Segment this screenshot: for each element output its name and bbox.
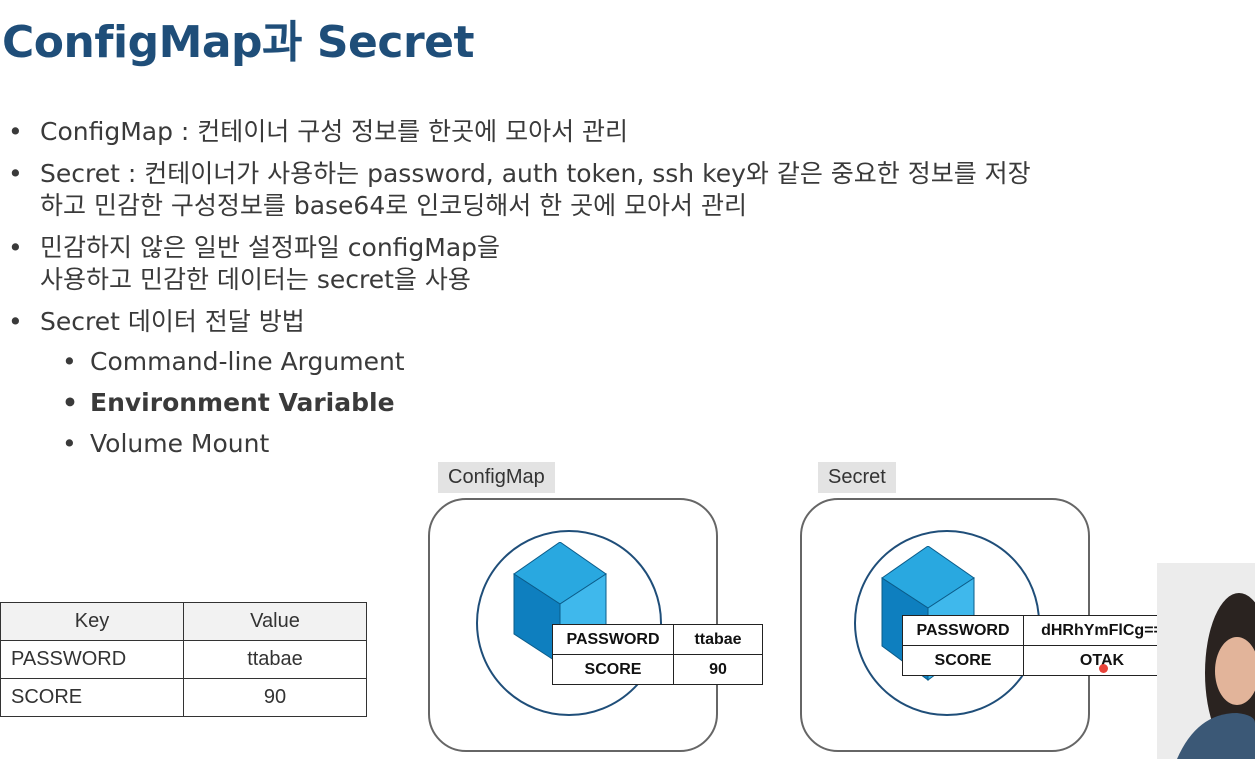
configmap-data-table: PASSWORD ttabae SCORE 90 bbox=[552, 624, 763, 685]
table-row: SCORE 90 bbox=[0, 678, 367, 717]
table-row: PASSWORD ttabae bbox=[0, 640, 367, 679]
secret-label: Secret bbox=[818, 462, 896, 493]
sub-bullet-command-line: • Command-line Argument bbox=[62, 347, 405, 376]
key-value-table: Key Value PASSWORD ttabae SCORE 90 bbox=[0, 602, 367, 717]
configmap-label: ConfigMap bbox=[438, 462, 555, 493]
bullet-secret: • Secret : 컨테이너가 사용하는 password, auth toke… bbox=[8, 159, 1031, 220]
presenter-avatar-icon bbox=[1157, 563, 1255, 759]
secret-data-table: PASSWORD dHRhYmFlCg== SCORE OTAK bbox=[902, 615, 1181, 676]
sub-bullet-volume-mount: • Volume Mount bbox=[62, 429, 270, 458]
bullet-list: • ConfigMap : 컨테이너 구성 정보를 한곳에 모아서 관리 • Sec… bbox=[8, 116, 1253, 469]
presenter-webcam bbox=[1157, 563, 1255, 759]
cursor-dot-icon bbox=[1099, 664, 1108, 673]
table-row: SCORE OTAK bbox=[902, 645, 1181, 676]
bullet-secret-methods: • Secret 데이터 전달 방법 bbox=[8, 307, 305, 336]
page-title: ConfigMap과 Secret bbox=[2, 17, 475, 68]
table-row: PASSWORD ttabae bbox=[552, 624, 763, 655]
bullet-configmap: • ConfigMap : 컨테이너 구성 정보를 한곳에 모아서 관리 bbox=[8, 117, 629, 146]
table-header-row: Key Value bbox=[0, 602, 367, 641]
bullet-usage: • 민감하지 않은 일반 설정파일 configMap을 사용하고 민감한 데이터는… bbox=[8, 233, 501, 294]
table-row: SCORE 90 bbox=[552, 654, 763, 685]
table-row: PASSWORD dHRhYmFlCg== bbox=[902, 615, 1181, 646]
sub-bullet-environment-variable: • Environment Variable bbox=[62, 388, 395, 417]
